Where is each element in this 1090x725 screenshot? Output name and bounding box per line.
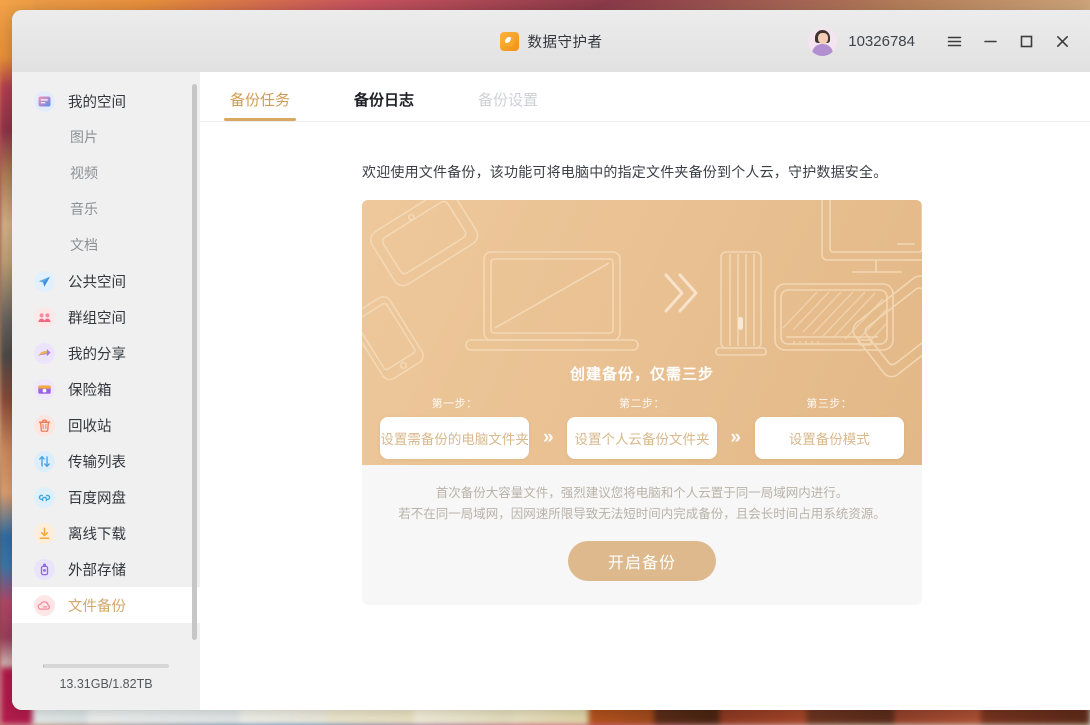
- sidebar-item-transfer-list[interactable]: 传输列表: [12, 443, 200, 479]
- app-logo-icon: [500, 32, 519, 51]
- tab-backup-settings[interactable]: 备份设置: [474, 89, 542, 121]
- sidebar-item-public-space[interactable]: 公共空间: [12, 263, 200, 299]
- sidebar-item-label: 视频: [70, 163, 98, 183]
- tab-backup-logs[interactable]: 备份日志: [350, 89, 418, 121]
- step-3-button[interactable]: 设置备份模式: [755, 417, 904, 459]
- sidebar-item-label: 我的空间: [68, 91, 126, 112]
- transfer-icon: [34, 451, 55, 472]
- sidebar-item-label: 保险箱: [68, 379, 112, 400]
- group-icon: [34, 307, 55, 328]
- avatar[interactable]: [808, 27, 837, 56]
- title-bar: 数据守护者 10326784: [12, 10, 1090, 72]
- sidebar-nav-list: 我的空间 图片 视频 音乐 文档: [12, 72, 200, 652]
- step-arrow-2-icon: »: [717, 417, 755, 459]
- app-title: 数据守护者: [528, 31, 603, 52]
- send-icon: [34, 271, 55, 292]
- step-3: 第三步： 设置备份模式: [755, 395, 904, 459]
- my-space-icon: [34, 91, 55, 112]
- sidebar-item-file-backup[interactable]: 文件备份: [12, 587, 200, 623]
- download-icon: [34, 523, 55, 544]
- hero-title: 创建备份，仅需三步: [362, 363, 922, 384]
- notes-block: 首次备份大容量文件，强烈建议您将电脑和个人云置于同一局域网内进行。 若不在同一局…: [362, 465, 922, 525]
- step-2-button[interactable]: 设置个人云备份文件夹: [567, 417, 716, 459]
- trash-icon: [34, 415, 55, 436]
- baidu-pan-icon: [34, 487, 55, 508]
- maximize-icon[interactable]: [1013, 28, 1040, 55]
- sidebar-item-label: 文件备份: [68, 595, 126, 616]
- sidebar-item-label: 离线下载: [68, 523, 126, 544]
- sidebar-item-label: 百度网盘: [68, 487, 126, 508]
- sidebar-scrollbar-thumb[interactable]: [192, 84, 197, 640]
- sidebar-item-videos[interactable]: 视频: [12, 155, 200, 191]
- sidebar-item-label: 群组空间: [68, 307, 126, 328]
- application-window: 数据守护者 10326784: [12, 10, 1090, 710]
- sidebar-item-documents[interactable]: 文档: [12, 227, 200, 263]
- sidebar-item-offline-download[interactable]: 离线下载: [12, 515, 200, 551]
- sidebar: 我的空间 图片 视频 音乐 文档: [12, 72, 200, 710]
- sidebar-item-label: 传输列表: [68, 451, 126, 472]
- steps-row: 第一步： 设置需备份的电脑文件夹 » 第二步： 设置个人云备份文件夹 »: [362, 395, 922, 459]
- step-arrow-1-icon: »: [529, 417, 567, 459]
- tab-backup-tasks[interactable]: 备份任务: [226, 89, 294, 121]
- sidebar-item-label: 外部存储: [68, 559, 126, 580]
- close-icon[interactable]: [1049, 28, 1076, 55]
- menu-icon[interactable]: [941, 28, 968, 55]
- step-1-button[interactable]: 设置需备份的电脑文件夹: [380, 417, 529, 459]
- sidebar-item-recycle-bin[interactable]: 回收站: [12, 407, 200, 443]
- storage-text: 13.31GB/1.82TB: [59, 677, 152, 691]
- share-icon: [34, 343, 55, 364]
- cta-wrapper: 开启备份: [362, 525, 922, 605]
- safebox-icon: [34, 379, 55, 400]
- storage-progress-bar: [43, 664, 169, 668]
- sidebar-item-label: 图片: [70, 127, 98, 147]
- sidebar-item-my-share[interactable]: 我的分享: [12, 335, 200, 371]
- sidebar-item-external-storage[interactable]: 外部存储: [12, 551, 200, 587]
- sidebar-item-pictures[interactable]: 图片: [12, 119, 200, 155]
- sidebar-item-baidu-pan[interactable]: 百度网盘: [12, 479, 200, 515]
- sidebar-item-safebox[interactable]: 保险箱: [12, 371, 200, 407]
- storage-indicator: 13.31GB/1.82TB: [12, 652, 200, 710]
- step-1: 第一步： 设置需备份的电脑文件夹: [380, 395, 529, 459]
- sidebar-item-label: 回收站: [68, 415, 112, 436]
- tab-bar: 备份任务 备份日志 备份设置: [200, 72, 1090, 122]
- title-bar-right: 10326784: [808, 27, 1090, 56]
- sidebar-item-group-space[interactable]: 群组空间: [12, 299, 200, 335]
- step-3-caption: 第三步：: [755, 395, 904, 411]
- note-line-1: 首次备份大容量文件，强烈建议您将电脑和个人云置于同一局域网内进行。: [362, 483, 922, 504]
- sidebar-item-my-space[interactable]: 我的空间: [12, 83, 200, 119]
- minimize-icon[interactable]: [977, 28, 1004, 55]
- sidebar-item-label: 音乐: [70, 199, 98, 219]
- usb-icon: [34, 559, 55, 580]
- backup-intro-card: 创建备份，仅需三步 第一步： 设置需备份的电脑文件夹 » 第二步： 设置个人云备…: [362, 200, 922, 605]
- step-1-caption: 第一步：: [380, 395, 529, 411]
- sidebar-item-label: 公共空间: [68, 271, 126, 292]
- desktop-background: 数据守护者 10326784: [0, 0, 1090, 725]
- step-2: 第二步： 设置个人云备份文件夹: [567, 395, 716, 459]
- start-backup-button[interactable]: 开启备份: [568, 541, 716, 581]
- backup-panel: 欢迎使用文件备份，该功能可将电脑中的指定文件夹备份到个人云，守护数据安全。: [200, 122, 1090, 710]
- sidebar-item-label: 文档: [70, 235, 98, 255]
- user-id-label: 10326784: [848, 33, 915, 50]
- sidebar-item-label: 我的分享: [68, 343, 126, 364]
- step-2-caption: 第二步：: [567, 395, 716, 411]
- content-area: 备份任务 备份日志 备份设置 欢迎使用文件备份，该功能可将电脑中的指定文件夹备份…: [200, 72, 1090, 710]
- sidebar-item-music[interactable]: 音乐: [12, 191, 200, 227]
- note-line-2: 若不在同一局域网，因网速所限导致无法短时间内完成备份，且会长时间占用系统资源。: [362, 504, 922, 525]
- hero-banner: 创建备份，仅需三步 第一步： 设置需备份的电脑文件夹 » 第二步： 设置个人云备…: [362, 200, 922, 465]
- window-body: 我的空间 图片 视频 音乐 文档: [12, 72, 1090, 710]
- cloud-backup-icon: [34, 595, 55, 616]
- welcome-text: 欢迎使用文件备份，该功能可将电脑中的指定文件夹备份到个人云，守护数据安全。: [362, 162, 1090, 182]
